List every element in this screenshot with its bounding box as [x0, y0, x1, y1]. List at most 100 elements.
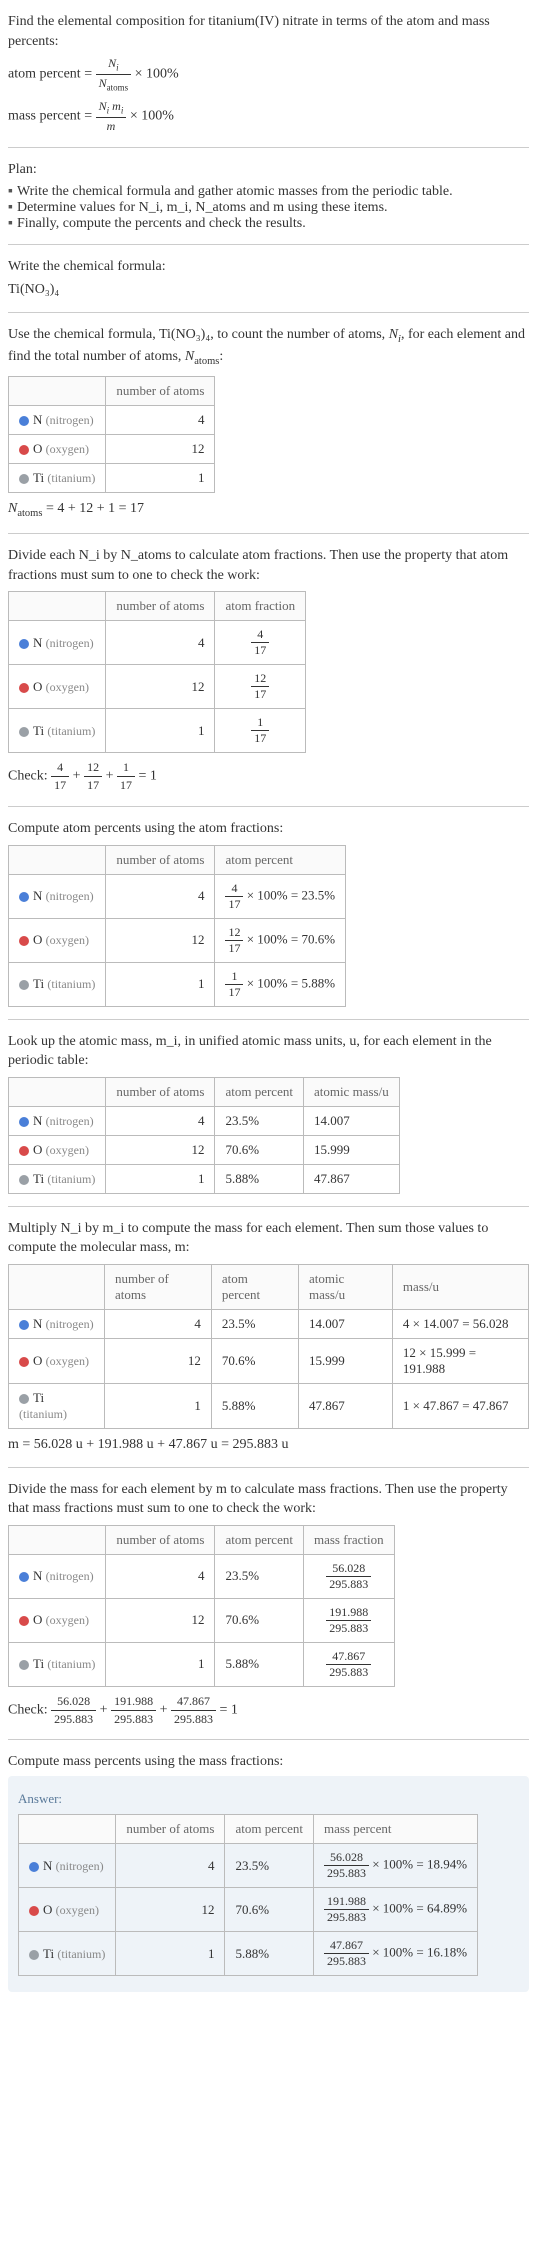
m-equation: m = 56.028 u + 191.988 u + 47.867 u = 29…	[8, 1435, 529, 1455]
element-dot-icon	[19, 936, 29, 946]
table-row: N (nitrogen)4	[9, 405, 215, 434]
table-row: N (nitrogen)4417	[9, 621, 306, 665]
divider	[8, 147, 529, 148]
element-dot-icon	[19, 474, 29, 484]
table-row: O (oxygen)1270.6%15.99912 × 15.999 = 191…	[9, 1338, 529, 1383]
atom-fraction-section: Divide each N_i by N_atoms to calculate …	[8, 546, 529, 794]
answer-label: Answer:	[18, 1790, 519, 1808]
table-header-row: number of atoms	[9, 376, 215, 405]
table-row: Ti (titanium)1117 × 100% = 5.88%	[9, 962, 346, 1006]
table-row: N (nitrogen)423.5%14.007	[9, 1106, 400, 1135]
natoms-equation: Natoms = 4 + 12 + 1 = 17	[8, 499, 529, 521]
atom-pct-intro: Compute atom percents using the atom fra…	[8, 819, 529, 839]
atomic-mass-table: number of atomsatom percentatomic mass/u…	[8, 1077, 400, 1194]
mass-section: Multiply N_i by m_i to compute the mass …	[8, 1219, 529, 1455]
fraction-table: number of atomsatom fraction N (nitrogen…	[8, 591, 306, 753]
table-row: O (oxygen)1270.6%15.999	[9, 1135, 400, 1164]
answer-table: number of atomsatom percentmass percent …	[18, 1814, 478, 1976]
table-header-row: number of atomsatom fraction	[9, 592, 306, 621]
answer-box: Answer: number of atomsatom percentmass …	[8, 1776, 529, 1992]
atomic-mass-section: Look up the atomic mass, m_i, in unified…	[8, 1032, 529, 1194]
table-row: Ti (titanium)15.88%47.8671 × 47.867 = 47…	[9, 1383, 529, 1428]
element-dot-icon	[19, 892, 29, 902]
mass-percent-fraction: Ni mim	[96, 98, 127, 135]
table-row: N (nitrogen)423.5%14.0074 × 14.007 = 56.…	[9, 1309, 529, 1338]
mass-percent-formula: mass percent = Ni mim × 100%	[8, 98, 529, 135]
element-dot-icon	[19, 1320, 29, 1330]
mass-pct-intro: Compute mass percents using the mass fra…	[8, 1752, 529, 1772]
chemical-formula: Ti(NO₃)₄	[8, 280, 529, 300]
mass-percent-section: Compute mass percents using the mass fra…	[8, 1752, 529, 1992]
plan-heading: Plan:	[8, 160, 529, 180]
plan-item: Finally, compute the percents and check …	[8, 216, 529, 232]
element-dot-icon	[29, 1862, 39, 1872]
table-row: Ti (titanium)15.88%47.867295.883 × 100% …	[19, 1932, 478, 1976]
plan-list: Write the chemical formula and gather at…	[8, 184, 529, 232]
table-header-row: number of atomsatom percentmass fraction	[9, 1525, 395, 1554]
mass-table: number of atomsatom percentatomic mass/u…	[8, 1264, 529, 1429]
divider	[8, 1206, 529, 1207]
element-dot-icon	[19, 980, 29, 990]
element-dot-icon	[29, 1950, 39, 1960]
table-row: O (oxygen)12	[9, 434, 215, 463]
times-100: × 100%	[135, 67, 179, 82]
element-dot-icon	[19, 727, 29, 737]
divider	[8, 533, 529, 534]
atom-percent-table: number of atomsatom percent N (nitrogen)…	[8, 845, 346, 1007]
divider	[8, 1019, 529, 1020]
frac-intro: Divide each N_i by N_atoms to calculate …	[8, 546, 529, 585]
plan-section: Plan: Write the chemical formula and gat…	[8, 160, 529, 232]
plan-item: Write the chemical formula and gather at…	[8, 184, 529, 200]
intro-title: Find the elemental composition for titan…	[8, 12, 529, 51]
atom-percent-label: atom percent	[8, 67, 81, 82]
divider	[8, 1739, 529, 1740]
element-dot-icon	[19, 639, 29, 649]
atomic-mass-intro: Look up the atomic mass, m_i, in unified…	[8, 1032, 529, 1071]
check-equation: Check: 417 + 1217 + 117 = 1	[8, 759, 529, 794]
table-row: O (oxygen)1270.6%191.988295.883 × 100% =…	[19, 1888, 478, 1932]
plan-item: Determine values for N_i, m_i, N_atoms a…	[8, 200, 529, 216]
table-row: Ti (titanium)1	[9, 463, 215, 492]
formula-heading: Write the chemical formula:	[8, 257, 529, 277]
table-row: Ti (titanium)15.88%47.867	[9, 1164, 400, 1193]
mass-fraction-table: number of atomsatom percentmass fraction…	[8, 1525, 395, 1687]
table-header-row: number of atomsatom percentatomic mass/u…	[9, 1264, 529, 1309]
element-dot-icon	[19, 416, 29, 426]
table-row: Ti (titanium)15.88%47.867295.883	[9, 1642, 395, 1686]
divider	[8, 244, 529, 245]
divider	[8, 1467, 529, 1468]
mass-fraction-section: Divide the mass for each element by m to…	[8, 1480, 529, 1728]
element-dot-icon	[29, 1906, 39, 1916]
table-row: N (nitrogen)423.5%56.028295.883 × 100% =…	[19, 1844, 478, 1888]
mass-frac-intro: Divide the mass for each element by m to…	[8, 1480, 529, 1519]
table-header-row: number of atomsatom percentatomic mass/u	[9, 1077, 400, 1106]
count-table: number of atoms N (nitrogen)4 O (oxygen)…	[8, 376, 215, 493]
atom-percent-section: Compute atom percents using the atom fra…	[8, 819, 529, 1007]
element-dot-icon	[19, 1175, 29, 1185]
table-row: O (oxygen)1270.6%191.988295.883	[9, 1598, 395, 1642]
mass-percent-label: mass percent	[8, 109, 81, 124]
intro-section: Find the elemental composition for titan…	[8, 12, 529, 135]
table-header-row: number of atomsatom percent	[9, 845, 346, 874]
element-dot-icon	[19, 1572, 29, 1582]
formula-section: Write the chemical formula: Ti(NO₃)₄	[8, 257, 529, 300]
element-dot-icon	[19, 1660, 29, 1670]
element-dot-icon	[19, 445, 29, 455]
times-100-2: × 100%	[130, 109, 174, 124]
element-dot-icon	[19, 1117, 29, 1127]
table-header-row: number of atomsatom percentmass percent	[19, 1815, 478, 1844]
element-dot-icon	[19, 683, 29, 693]
count-section: Use the chemical formula, Ti(NO₃)₄, to c…	[8, 325, 529, 521]
element-dot-icon	[19, 1146, 29, 1156]
table-row: N (nitrogen)423.5%56.028295.883	[9, 1554, 395, 1598]
table-row: Ti (titanium)1117	[9, 709, 306, 753]
divider	[8, 806, 529, 807]
element-dot-icon	[19, 1394, 29, 1404]
table-row: N (nitrogen)4417 × 100% = 23.5%	[9, 874, 346, 918]
table-row: O (oxygen)121217	[9, 665, 306, 709]
element-dot-icon	[19, 1357, 29, 1367]
mass-intro: Multiply N_i by m_i to compute the mass …	[8, 1219, 529, 1258]
atom-percent-fraction: NiNatoms	[96, 55, 132, 94]
element-dot-icon	[19, 1616, 29, 1626]
table-row: O (oxygen)121217 × 100% = 70.6%	[9, 918, 346, 962]
